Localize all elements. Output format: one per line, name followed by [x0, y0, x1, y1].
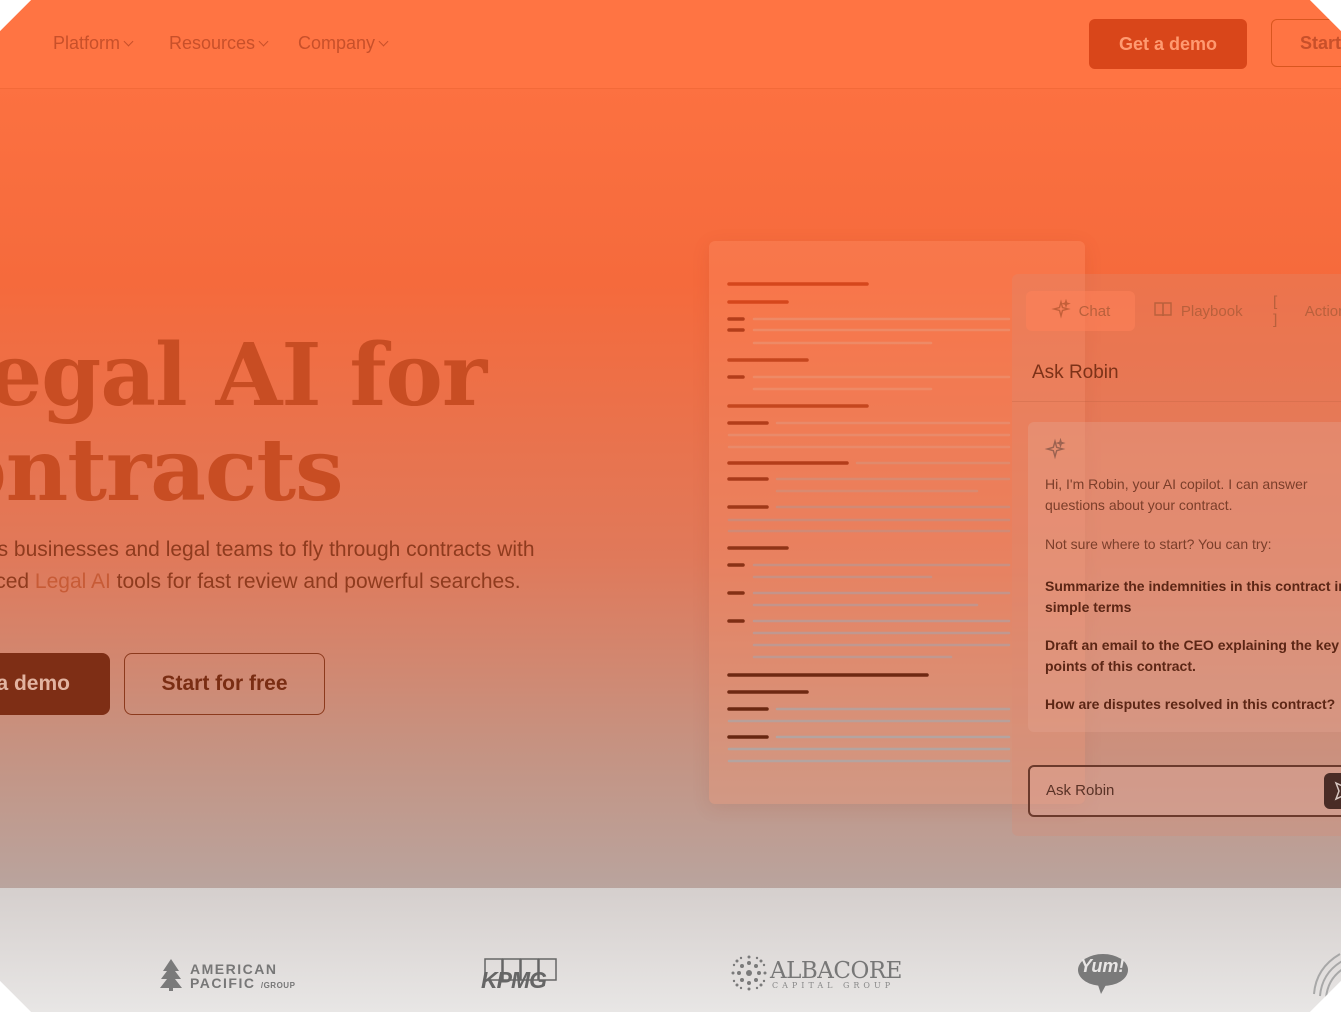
hero-title-line1: Legal AI for — [0, 325, 487, 426]
top-nav: Platform Resources Company Get a demo St… — [0, 0, 1341, 89]
prompt-text: Not sure where to start? You can try: — [1045, 536, 1272, 552]
robin-sparkle-icon — [1044, 437, 1066, 465]
divider — [1012, 401, 1341, 402]
tab-actions[interactable]: [ ] Actions — [1261, 291, 1341, 331]
tab-label: Actions — [1304, 302, 1341, 320]
american-pacific-tree-logo — [158, 957, 184, 996]
albacore-sub-logo: CAPITAL GROUP — [772, 981, 895, 990]
hero-get-demo-label: Get a demo — [0, 672, 70, 695]
chevron-down-icon — [378, 36, 389, 46]
panel-title: Ask Robin — [1032, 362, 1119, 383]
intro-text: Hi, I'm Robin, your AI copilot. I can an… — [1045, 476, 1308, 513]
ask-robin-input-box — [1028, 765, 1341, 817]
hero-title-line2: contracts — [0, 420, 344, 521]
partial-logo-icon — [1310, 950, 1341, 1005]
nav-item-company[interactable]: Company — [298, 33, 389, 54]
get-demo-button[interactable]: Get a demo — [1089, 19, 1247, 69]
suggestion-item[interactable]: Draft an email to the CEO explaining the… — [1045, 635, 1341, 677]
tab-label: Playbook — [1180, 302, 1243, 320]
tab-label: Chat — [1078, 302, 1111, 320]
start-free-button[interactable]: Start for free — [1271, 19, 1341, 67]
brackets-icon: [ ] — [1270, 293, 1280, 329]
yum-logo: Yum! — [1080, 956, 1125, 976]
american-pacific-logo: AMERICAN PACIFIC /GROUP — [190, 962, 295, 993]
start-free-label: Start for free — [1300, 32, 1341, 53]
send-button[interactable] — [1324, 773, 1341, 809]
suggestion-item[interactable]: How are disputes resolved in this contra… — [1045, 694, 1341, 715]
panel-tabs: Chat Playbook [ ] Actions — [1026, 291, 1341, 331]
chevron-down-icon — [123, 36, 134, 46]
assistant-message: Hi, I'm Robin, your AI copilot. I can an… — [1028, 422, 1341, 732]
ask-robin-input[interactable] — [1044, 781, 1308, 800]
customer-logo-strip — [0, 888, 1341, 1012]
nav-item-label: Platform — [53, 33, 121, 53]
hero-subtitle-post: tools for fast review and powerful searc… — [110, 570, 521, 593]
nav-item-platform[interactable]: Platform — [53, 33, 134, 54]
hero-get-demo-button[interactable]: Get a demo — [0, 653, 110, 715]
logo-text: /GROUP — [260, 981, 296, 990]
nav-item-resources[interactable]: Resources — [169, 33, 269, 54]
send-icon — [1324, 781, 1341, 813]
nav-item-label: Resources — [169, 33, 256, 53]
suggestion-item[interactable]: Summarize the indemnities in this contra… — [1045, 576, 1341, 618]
chevron-down-icon — [258, 36, 269, 46]
hero-title: Legal AI for contracts — [0, 325, 487, 521]
page: Platform Resources Company Get a demo St… — [0, 0, 1341, 1012]
hero-subtitle-highlight: Legal AI — [34, 570, 111, 593]
book-icon — [1153, 300, 1173, 322]
ask-robin-panel: Chat Playbook [ ] Actions Ask Robin — [1012, 274, 1341, 836]
albacore-emblem-logo — [730, 954, 768, 997]
tab-playbook[interactable]: Playbook — [1135, 291, 1261, 331]
sparkle-icon — [1050, 298, 1071, 323]
tab-chat[interactable]: Chat — [1026, 291, 1135, 331]
logo-text: AMERICAN — [190, 961, 278, 977]
hero-subtitle: Robin AI empowers businesses and legal t… — [0, 534, 538, 598]
nav-item-label: Company — [298, 33, 376, 53]
logo-text: PACIFIC — [190, 975, 256, 991]
kpmg-logo: KPMG — [481, 967, 547, 993]
hero-start-free-button[interactable]: Start for free — [124, 653, 325, 715]
